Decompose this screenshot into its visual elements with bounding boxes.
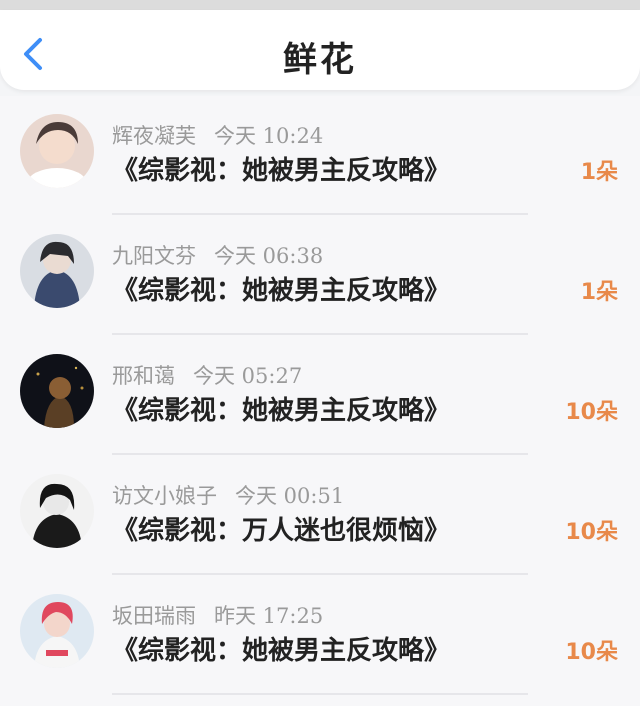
app-header: 鲜花: [0, 10, 640, 90]
sender-meta: 邢和蔼 今天 05:27: [112, 360, 302, 390]
flower-list: 辉夜凝芙 今天 10:24 《综影视：她被男主反攻略》 1朵 九阳文芬 今天 06:…: [0, 96, 640, 706]
avatar[interactable]: [20, 354, 94, 428]
divider: [112, 693, 528, 695]
page-title: 鲜花: [283, 40, 357, 80]
sender-meta: 九阳文芬 今天 06:38: [112, 240, 323, 270]
sender-meta: 坂田瑞雨 昨天 17:25: [112, 600, 323, 630]
flower-count: 10朵: [565, 640, 618, 665]
avatar[interactable]: [20, 114, 94, 188]
send-time: 今天 00:51: [235, 484, 345, 508]
list-item[interactable]: 邢和蔼 今天 05:27 《综影视：她被男主反攻略》 10朵: [0, 336, 640, 456]
divider: [112, 573, 528, 575]
sender-name: 辉夜凝芙: [112, 124, 196, 148]
avatar[interactable]: [20, 234, 94, 308]
divider: [112, 453, 528, 455]
flower-count: 10朵: [565, 400, 618, 425]
flower-count: 1朵: [580, 280, 618, 305]
sender-name: 邢和蔼: [112, 364, 175, 388]
avatar[interactable]: [20, 474, 94, 548]
send-time: 今天 06:38: [214, 244, 324, 268]
send-time: 今天 05:27: [193, 364, 303, 388]
book-title[interactable]: 《综影视：她被男主反攻略》: [112, 270, 450, 307]
book-title[interactable]: 《综影视：她被男主反攻略》: [112, 150, 450, 187]
sender-name: 访文小娘子: [112, 484, 217, 508]
list-item[interactable]: 坂田瑞雨 昨天 17:25 《综影视：她被男主反攻略》 10朵: [0, 576, 640, 696]
list-item[interactable]: 访文小娘子 今天 00:51 《综影视：万人迷也很烦恼》 10朵: [0, 456, 640, 576]
list-item[interactable]: 辉夜凝芙 今天 10:24 《综影视：她被男主反攻略》 1朵: [0, 96, 640, 216]
book-title[interactable]: 《综影视：她被男主反攻略》: [112, 390, 450, 427]
divider: [112, 333, 528, 335]
send-time: 今天 10:24: [214, 124, 324, 148]
divider: [112, 213, 528, 215]
flower-count: 10朵: [565, 520, 618, 545]
flower-count: 1朵: [580, 160, 618, 185]
sender-name: 九阳文芬: [112, 244, 196, 268]
sender-meta: 辉夜凝芙 今天 10:24: [112, 120, 323, 150]
list-item[interactable]: 九阳文芬 今天 06:38 《综影视：她被男主反攻略》 1朵: [0, 216, 640, 336]
book-title[interactable]: 《综影视：她被男主反攻略》: [112, 630, 450, 667]
status-strip: [0, 0, 640, 10]
avatar[interactable]: [20, 594, 94, 668]
book-title[interactable]: 《综影视：万人迷也很烦恼》: [112, 510, 450, 547]
send-time: 昨天 17:25: [214, 604, 324, 628]
sender-meta: 访文小娘子 今天 00:51: [112, 480, 344, 510]
sender-name: 坂田瑞雨: [112, 604, 196, 628]
